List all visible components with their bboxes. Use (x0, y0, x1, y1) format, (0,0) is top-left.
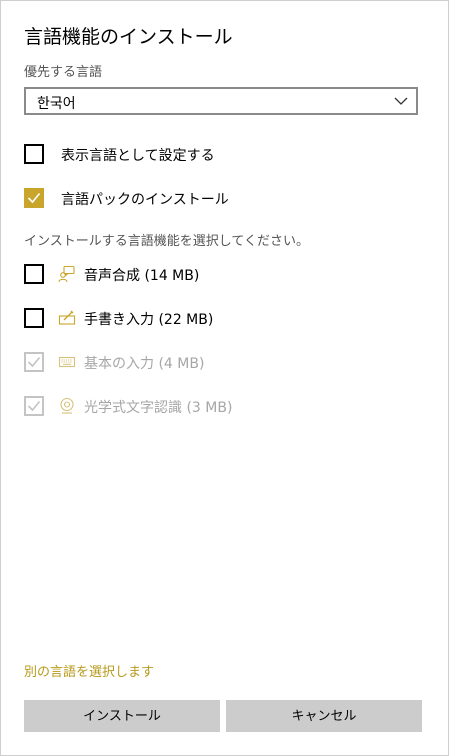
handwriting-checkbox[interactable] (24, 308, 44, 328)
handwriting-label: 手書き入力 (22 MB) (84, 312, 214, 328)
install-language-pack-checkbox[interactable] (24, 188, 44, 208)
feature-item-speech[interactable]: 音声合成 (14 MB) (24, 264, 424, 286)
checkmark-icon (27, 400, 41, 412)
speech-checkbox[interactable] (24, 264, 44, 284)
feature-item-ocr: 光学式文字認識 (3 MB) (24, 396, 424, 418)
keyboard-icon (58, 356, 76, 368)
choose-other-language-link[interactable]: 別の言語を選択します (24, 661, 154, 680)
ocr-checkbox (24, 396, 44, 416)
set-display-language-label: 表示言語として設定する (61, 148, 215, 164)
feature-item-basic-typing: 基本の入力 (4 MB) (24, 352, 424, 374)
feature-item-handwriting[interactable]: 手書き入力 (22 MB) (24, 308, 424, 330)
set-display-language-option[interactable]: 表示言語として設定する (24, 144, 424, 166)
dialog-title: 言語機能のインストール (24, 26, 233, 48)
ocr-label: 光学式文字認識 (3 MB) (84, 400, 233, 416)
selected-language-value: 한국어 (37, 96, 76, 112)
install-language-pack-label: 言語パックのインストール (61, 192, 229, 208)
speech-label: 音声合成 (14 MB) (84, 268, 200, 284)
speech-icon (58, 265, 75, 283)
pen-icon (58, 310, 76, 325)
preferred-language-select[interactable]: 한국어 (24, 87, 418, 115)
preferred-language-label: 優先する言語 (24, 65, 103, 80)
basic-typing-checkbox (24, 352, 44, 372)
language-features-dialog: 言語機能のインストール 優先する言語 한국어 表示言語として設定する 言語パック… (0, 0, 449, 756)
feature-instruction: インストールする言語機能を選択してください。 (24, 234, 309, 249)
basic-typing-label: 基本の入力 (4 MB) (84, 356, 205, 372)
chevron-down-icon (394, 97, 408, 105)
install-language-pack-option[interactable]: 言語パックのインストール (24, 188, 424, 210)
checkmark-icon (27, 356, 41, 368)
cancel-button[interactable]: キャンセル (226, 700, 422, 732)
install-button[interactable]: インストール (24, 700, 220, 732)
camera-icon (60, 397, 74, 414)
checkmark-icon (27, 192, 41, 204)
set-display-language-checkbox[interactable] (24, 144, 44, 164)
